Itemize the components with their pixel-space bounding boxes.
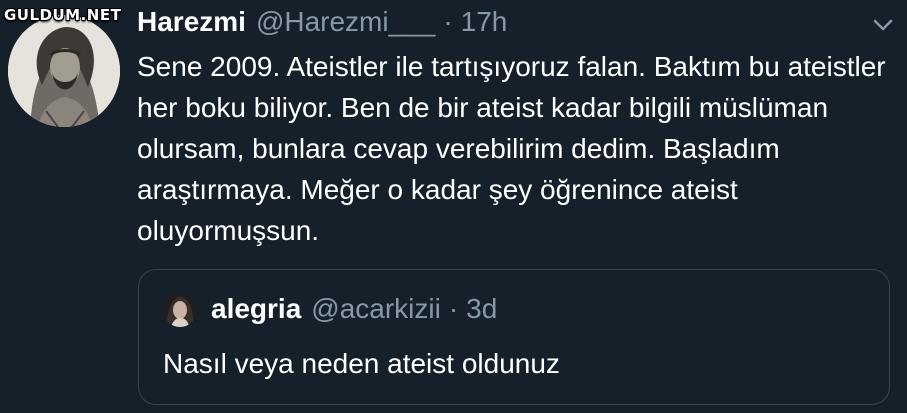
author-handle[interactable]: @Harezmi___: [256, 6, 435, 38]
author-name[interactable]: Harezmi: [137, 6, 246, 38]
quoted-tweet-text: Nasıl veya neden ateist oldunuz: [163, 348, 560, 379]
separator-dot: ·: [448, 293, 459, 324]
tweet-header: Harezmi @Harezmi___ · 17h: [137, 4, 507, 40]
chevron-down-icon[interactable]: [868, 10, 898, 40]
engraved-portrait-icon: [8, 15, 120, 127]
quoted-author-handle[interactable]: @acarkizii: [311, 293, 441, 325]
quoted-author-name[interactable]: alegria: [211, 293, 301, 325]
user-photo-icon: [163, 293, 197, 327]
author-avatar[interactable]: [8, 15, 120, 127]
tweet-text: Sene 2009. Ateistler ile tartışıyoruz fa…: [137, 51, 886, 246]
site-watermark: GULDUM.NET: [4, 6, 122, 24]
quoted-tweet-header: alegria @acarkizii · 3d: [211, 291, 497, 327]
quoted-author-avatar[interactable]: [163, 293, 197, 327]
quoted-tweet-card[interactable]: alegria @acarkizii · 3d Nasıl veya neden…: [138, 269, 890, 405]
quoted-tweet-timestamp[interactable]: 3d: [466, 293, 497, 325]
tweet-timestamp[interactable]: 17h: [461, 6, 508, 38]
separator-dot: ·: [443, 6, 453, 37]
